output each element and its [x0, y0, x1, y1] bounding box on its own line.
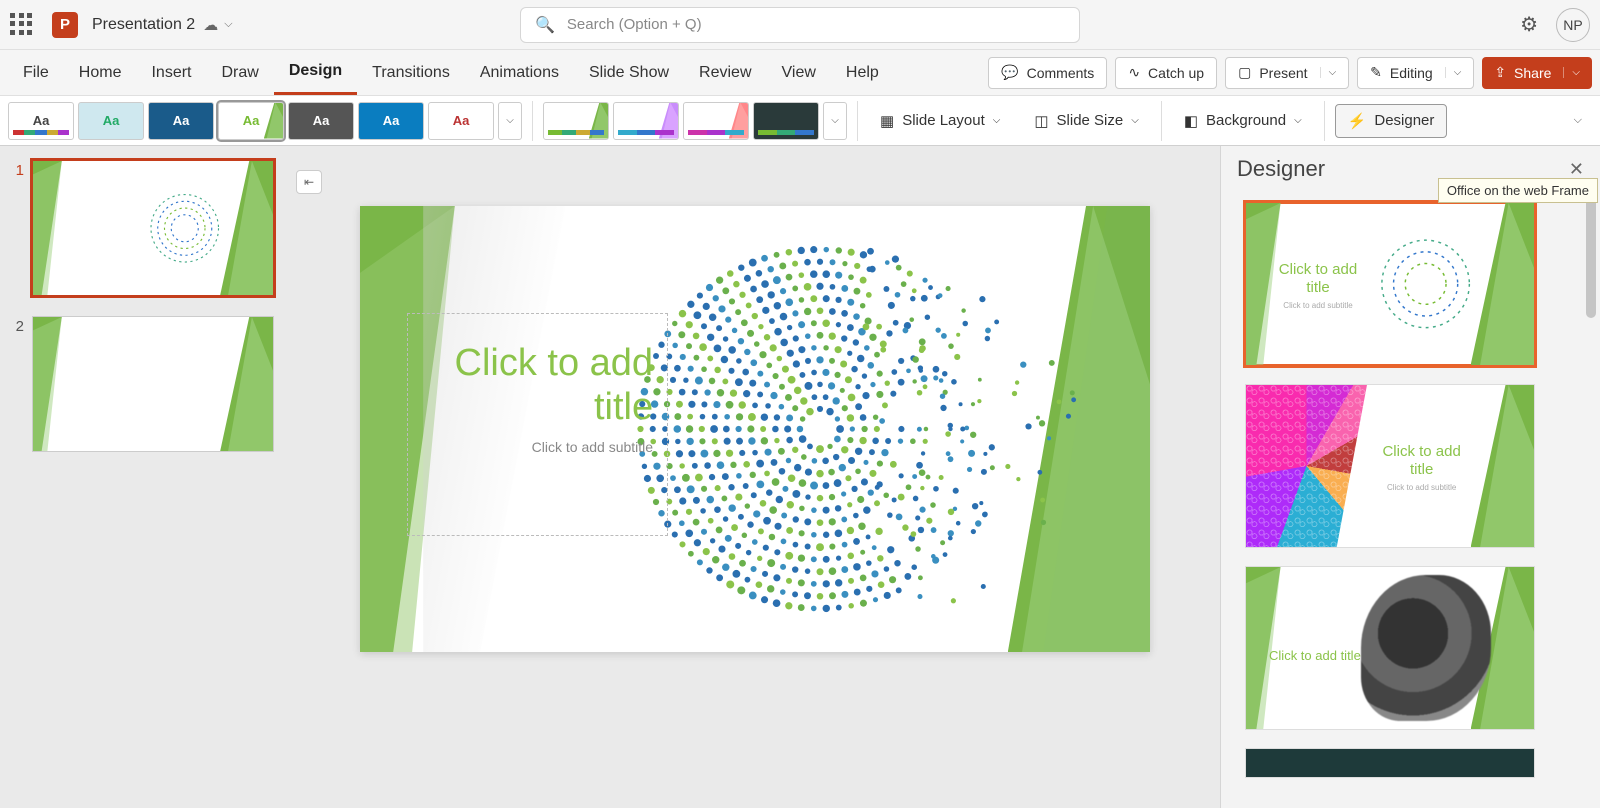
variant-thumb[interactable] [753, 102, 819, 140]
title-text: Click to add title [408, 314, 667, 435]
account-avatar[interactable]: NP [1556, 8, 1590, 42]
design-idea-2[interactable]: Click to add titleClick to add subtitle [1245, 384, 1535, 548]
slide-number: 2 [10, 316, 24, 452]
present-icon: ▢ [1238, 64, 1251, 81]
editing-mode-button[interactable]: ✎Editing⌵ [1357, 57, 1474, 89]
slide-number: 1 [10, 160, 24, 296]
theme-thumb[interactable]: Aa [288, 102, 354, 140]
designer-pane: Designer ✕ Office on the web Frame Click… [1220, 146, 1600, 808]
workspace: 1 2 ⇤ [0, 146, 1600, 808]
variant-thumb[interactable] [613, 102, 679, 140]
comment-icon: 💬 [1001, 64, 1018, 81]
size-icon: ◫ [1034, 112, 1048, 130]
separator [532, 101, 533, 141]
variants-more-button[interactable]: ⌵ [823, 102, 847, 140]
theme-thumb-selected[interactable]: Aa [218, 102, 284, 140]
decorative-sphere-image [624, 206, 1082, 652]
search-icon: 🔍 [535, 15, 555, 35]
theme-thumb[interactable]: Aa [148, 102, 214, 140]
slide-thumbnail-1[interactable] [32, 160, 274, 296]
close-icon[interactable]: ✕ [1569, 159, 1584, 180]
tab-transitions[interactable]: Transitions [357, 50, 465, 95]
slide-thumbnail-2[interactable] [32, 316, 274, 452]
design-idea-4[interactable] [1245, 748, 1535, 778]
slide-size-button[interactable]: ◫Slide Size⌵ [1022, 104, 1150, 138]
variant-thumb[interactable] [683, 102, 749, 140]
slide-canvas[interactable]: Click to add title Click to add subtitle [360, 206, 1150, 652]
designer-pane-title: Designer [1237, 156, 1325, 182]
tab-review[interactable]: Review [684, 50, 766, 95]
designer-icon: ⚡ [1348, 112, 1367, 130]
slide-layout-button[interactable]: ▦Slide Layout⌵ [868, 104, 1012, 138]
tab-design[interactable]: Design [274, 50, 357, 95]
designer-ideas-list[interactable]: Click to add titleClick to add subtitle … [1221, 192, 1600, 808]
tab-view[interactable]: View [767, 50, 831, 95]
slide-canvas-area: Click to add title Click to add subtitle [290, 146, 1220, 808]
separator [857, 101, 858, 141]
design-toolbar: Aa Aa Aa Aa Aa Aa Aa ⌵ ⌵ ▦Slide Layout⌵ … [0, 96, 1600, 146]
scrollbar[interactable] [1586, 198, 1596, 318]
tab-home[interactable]: Home [64, 50, 137, 95]
powerpoint-icon: P [52, 12, 78, 38]
ribbon-tabs: File Home Insert Draw Design Transitions… [0, 50, 1600, 96]
catchup-icon: ∿ [1128, 64, 1140, 81]
tab-insert[interactable]: Insert [136, 50, 206, 95]
frame-tooltip: Office on the web Frame [1438, 178, 1598, 203]
designer-button[interactable]: ⚡Designer [1335, 104, 1448, 138]
chevron-down-icon: ⌵ [1131, 115, 1139, 126]
title-placeholder[interactable]: Click to add title Click to add subtitle [407, 313, 668, 536]
variants-gallery: ⌵ [543, 102, 847, 140]
search-placeholder: Search (Option + Q) [567, 16, 702, 33]
layout-icon: ▦ [880, 112, 894, 130]
chevron-down-icon[interactable]: ⌵ [1320, 67, 1337, 78]
title-bar: P Presentation 2 ☁ ⌵ 🔍 Search (Option + … [0, 0, 1600, 50]
pencil-icon: ✎ [1370, 64, 1382, 81]
comments-button[interactable]: 💬Comments [988, 57, 1107, 89]
chevron-down-icon: ⌵ [993, 115, 1001, 126]
saved-cloud-icon[interactable]: ☁ [203, 16, 218, 34]
tab-slideshow[interactable]: Slide Show [574, 50, 684, 95]
background-icon: ◧ [1184, 112, 1198, 130]
subtitle-text: Click to add subtitle [408, 435, 667, 459]
design-idea-1[interactable]: Click to add titleClick to add subtitle [1245, 202, 1535, 366]
tab-animations[interactable]: Animations [465, 50, 574, 95]
document-title[interactable]: Presentation 2 [92, 16, 195, 34]
theme-thumb[interactable]: Aa [8, 102, 74, 140]
tab-draw[interactable]: Draw [206, 50, 273, 95]
theme-thumb[interactable]: Aa [428, 102, 494, 140]
tab-help[interactable]: Help [831, 50, 894, 95]
chevron-down-icon: ⌵ [1294, 115, 1302, 126]
catchup-button[interactable]: ∿Catch up [1115, 57, 1217, 89]
settings-icon[interactable]: ⚙ [1520, 12, 1538, 37]
design-idea-3[interactable]: Click to add title [1245, 566, 1535, 730]
title-dropdown-icon[interactable]: ⌵ [224, 18, 232, 31]
slide-thumbnails-panel: 1 2 [0, 146, 290, 808]
theme-thumb[interactable]: Aa [78, 102, 144, 140]
theme-thumb[interactable]: Aa [358, 102, 424, 140]
background-button[interactable]: ◧Background⌵ [1172, 104, 1314, 138]
variant-thumb[interactable] [543, 102, 609, 140]
share-icon: ⇪ [1494, 64, 1506, 81]
themes-more-button[interactable]: ⌵ [498, 102, 522, 140]
share-button[interactable]: ⇪Share⌵ [1482, 57, 1592, 89]
separator [1161, 101, 1162, 141]
tab-file[interactable]: File [8, 50, 64, 95]
separator [1324, 101, 1325, 141]
app-launcher-icon[interactable] [10, 13, 34, 37]
chevron-down-icon[interactable]: ⌵ [1563, 67, 1580, 78]
search-input[interactable]: 🔍 Search (Option + Q) [520, 7, 1080, 43]
themes-gallery: Aa Aa Aa Aa Aa Aa Aa ⌵ [8, 102, 522, 140]
present-button[interactable]: ▢Present⌵ [1225, 57, 1349, 89]
chevron-down-icon[interactable]: ⌵ [1445, 67, 1462, 78]
collapse-ribbon-icon[interactable]: ⌵ [1574, 114, 1582, 127]
